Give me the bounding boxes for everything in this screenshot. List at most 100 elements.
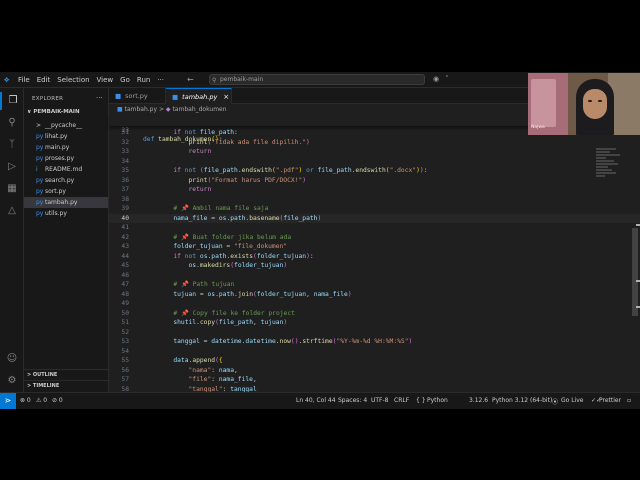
code-line[interactable]: 45 os.makedirs(folder_tujuan) xyxy=(109,261,640,271)
file-tree-label: utils.py xyxy=(45,210,67,217)
code-line[interactable]: 42 # 📌 Buat folder jika belum ada xyxy=(109,233,640,243)
tab-tambah-py[interactable]: ■ tambah.py × xyxy=(166,88,232,104)
close-tab-icon[interactable]: × xyxy=(223,93,229,101)
code-line[interactable]: 50 # 📌 Copy file ke folder project xyxy=(109,309,640,319)
file-tree-item[interactable]: > __pycache__ xyxy=(24,120,108,131)
file-tree-item[interactable]: py proses.py xyxy=(24,153,108,164)
timeline-section[interactable]: > TIMELINE xyxy=(24,380,108,391)
search-icon[interactable]: ⚲ xyxy=(0,114,24,132)
code-line[interactable]: 51 shutil.copy(file_path, tujuan) xyxy=(109,318,640,328)
broadcast-icon: ⦿ xyxy=(552,399,559,406)
code-line[interactable]: 36 print("Format harus PDF/DOCX!") xyxy=(109,176,640,186)
explorer-files-icon[interactable]: ❐ xyxy=(0,92,24,110)
code-line[interactable]: 53 tanggal = datetime.datetime.now().str… xyxy=(109,337,640,347)
testing-flask-icon[interactable]: △ xyxy=(0,202,24,220)
code-line[interactable]: 35 if not (file_path.endswith(".pdf") or… xyxy=(109,166,640,176)
code-line[interactable]: 41 xyxy=(109,223,640,233)
file-tree-item[interactable]: py lihat.py xyxy=(24,131,108,142)
line-number: 57 xyxy=(121,376,129,383)
python-interpreter[interactable]: Python 3.12 (64-bit) xyxy=(492,397,552,404)
go-live-button[interactable]: Go Live xyxy=(561,397,583,404)
code-line[interactable]: 34 xyxy=(109,157,640,167)
code-line[interactable]: 55 data.append({ xyxy=(109,356,640,366)
file-tree-item[interactable]: py main.py xyxy=(24,142,108,153)
language-mode[interactable]: Python xyxy=(427,397,448,404)
python-file-icon: py xyxy=(36,155,44,162)
code-line[interactable]: 44 if not os.path.exists(folder_tujuan): xyxy=(109,252,640,262)
code-line[interactable]: 40 nama_file = os.path.basename(file_pat… xyxy=(109,213,640,223)
line-number: 56 xyxy=(121,366,129,374)
python-version[interactable]: 3.12.6 xyxy=(469,397,488,404)
line-number: 49 xyxy=(121,300,129,307)
menu-selection[interactable]: Selection xyxy=(57,76,89,84)
code-line[interactable]: 37 return xyxy=(109,185,640,195)
account-icon[interactable]: ☺ xyxy=(0,350,24,368)
line-number: 31 xyxy=(121,129,129,136)
tab-label: tambah.py xyxy=(182,93,218,101)
tab-sort-py[interactable]: ■ sort.py xyxy=(109,88,166,104)
code-line[interactable]: 33 return xyxy=(109,147,640,157)
menu-more[interactable]: ··· xyxy=(157,76,164,84)
chevron-down-icon[interactable]: ˅ xyxy=(445,75,449,83)
project-folder-header[interactable]: ∨ PEMBAIK-MAIN xyxy=(27,109,80,115)
tab-label: sort.py xyxy=(125,92,148,100)
prettier-button[interactable]: Prettier xyxy=(599,397,621,404)
line-number: 36 xyxy=(121,176,129,184)
code-text: tujuan = os.path.join(folder_tujuan, nam… xyxy=(173,290,352,298)
code-line[interactable]: 49 xyxy=(109,299,640,309)
command-center-search[interactable]: ⚲ pembaik-main xyxy=(209,74,425,85)
code-text: "nama": nama, xyxy=(188,366,238,374)
code-line[interactable]: 48 tujuan = os.path.join(folder_tujuan, … xyxy=(109,290,640,300)
menu-run[interactable]: Run xyxy=(137,76,150,84)
cursor-position[interactable]: Ln 40, Col 44 xyxy=(296,397,336,404)
ports-indicator[interactable]: ⊘ 0 xyxy=(52,397,63,404)
file-tree-item[interactable]: i README.md xyxy=(24,164,108,175)
line-number: 52 xyxy=(121,328,129,336)
folder-chevron-icon: > xyxy=(36,122,42,129)
code-text: if not file_path: xyxy=(173,129,238,136)
code-line[interactable]: 43 folder_tujuan = "file_dokumen" xyxy=(109,242,640,252)
code-line[interactable]: 32 print("Tidak ada file dipilih.") xyxy=(109,138,640,148)
indentation[interactable]: Spaces: 4 xyxy=(338,397,367,404)
code-line[interactable]: 54 xyxy=(109,347,640,357)
line-number: 35 xyxy=(121,167,129,174)
run-debug-icon[interactable]: ▷ xyxy=(0,158,24,176)
file-tree-item[interactable]: py search.py xyxy=(24,175,108,186)
code-line[interactable]: 39 # 📌 Ambil nama file saja xyxy=(109,204,640,214)
settings-gear-icon[interactable]: ⚙ xyxy=(0,372,24,390)
encoding[interactable]: UTF-8 xyxy=(371,397,389,404)
source-control-icon[interactable]: ᛉ xyxy=(0,136,24,154)
menu-edit[interactable]: Edit xyxy=(37,76,51,84)
code-line[interactable]: 52 xyxy=(109,328,640,338)
breadcrumb-file[interactable]: tambah.py xyxy=(125,106,157,113)
code-line[interactable]: 56 "nama": nama, xyxy=(109,366,640,376)
menu-bar: File Edit Selection View Go Run ··· xyxy=(18,76,164,84)
extensions-icon[interactable]: ▦ xyxy=(0,180,24,198)
menu-file[interactable]: File xyxy=(18,76,30,84)
vertical-scrollbar[interactable] xyxy=(632,228,638,316)
breadcrumb-symbol[interactable]: tambah_dokumen xyxy=(172,106,226,113)
problems-errors[interactable]: ⊗ 0 xyxy=(20,397,31,404)
outline-section[interactable]: > OUTLINE xyxy=(24,369,108,380)
code-line[interactable]: 57 "file": nama_file, xyxy=(109,375,640,385)
notifications-bell-icon[interactable]: ▫ xyxy=(627,397,631,404)
file-tree-item[interactable]: py sort.py xyxy=(24,186,108,197)
explorer-more-button[interactable]: ··· xyxy=(96,94,103,102)
file-tree-item[interactable]: py utils.py xyxy=(24,208,108,219)
code-line[interactable]: 38 xyxy=(109,195,640,205)
menu-go[interactable]: Go xyxy=(120,76,130,84)
python-file-icon: py xyxy=(36,144,44,151)
line-number: 53 xyxy=(121,338,129,345)
remote-indicator-icon[interactable]: ⋗ xyxy=(0,393,16,409)
menu-view[interactable]: View xyxy=(97,76,114,84)
file-tree-item-selected[interactable]: py tambah.py xyxy=(24,197,108,208)
code-line[interactable]: 47 # 📌 Path tujuan xyxy=(109,280,640,290)
copilot-icon[interactable]: ◉ xyxy=(433,75,439,83)
back-arrow-icon[interactable]: ← xyxy=(187,75,194,84)
line-number: 44 xyxy=(121,252,129,260)
code-line[interactable]: 46 xyxy=(109,271,640,281)
minimap[interactable] xyxy=(596,148,624,188)
end-of-line[interactable]: CRLF xyxy=(394,397,409,404)
overview-ruler-mark xyxy=(636,224,640,226)
problems-warnings[interactable]: ⚠ 0 xyxy=(36,397,47,404)
